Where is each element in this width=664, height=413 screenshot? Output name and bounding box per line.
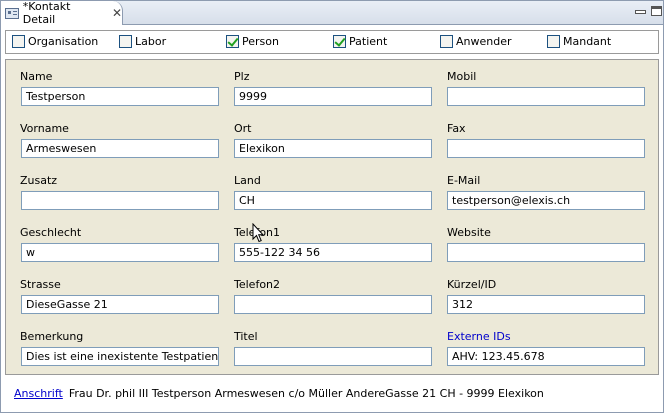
checkbox-box[interactable] [547,35,560,48]
checkbox-box[interactable] [226,35,239,48]
checkbox-organisation[interactable]: Organisation [12,35,98,48]
titel-label: Titel [234,330,258,343]
maximize-icon[interactable] [651,6,662,16]
fax-label: Fax [447,122,466,135]
checkbox-label: Labor [135,35,167,48]
mobil-field[interactable] [447,87,645,106]
anschrift-link[interactable]: Anschrift [14,387,63,400]
address-footer: Anschrift Frau Dr. phil III Testperson A… [14,387,544,400]
contact-detail-view: *Kontakt Detail ✕ Organisation Labor Per… [0,0,664,413]
checkbox-label: Person [242,35,279,48]
zusatz-field[interactable] [21,191,219,210]
vorname-label: Vorname [20,122,69,135]
strasse-field[interactable]: DieseGasse 21 [21,295,219,314]
telefon1-field[interactable]: 555-122 34 56 [234,243,432,262]
ort-field[interactable]: Elexikon [234,139,432,158]
checkbox-box[interactable] [12,35,25,48]
checkbox-box[interactable] [440,35,453,48]
tab-bar: *Kontakt Detail ✕ [1,0,663,26]
plz-label: Plz [234,70,250,83]
bemerkung-field[interactable]: Dies ist eine inexistente Testpatientin [21,347,219,366]
name-field[interactable]: Testperson [21,87,219,106]
zusatz-label: Zusatz [20,174,58,187]
checkbox-patient[interactable]: Patient [333,35,387,48]
checkbox-label: Anwender [456,35,512,48]
checkbox-person[interactable]: Person [226,35,279,48]
mobil-label: Mobil [447,70,477,83]
checkbox-labor[interactable]: Labor [119,35,166,48]
kuerzel-label: Kürzel/ID [447,278,497,291]
plz-field[interactable]: 9999 [234,87,432,106]
externe-ids-link[interactable]: Externe IDs [447,330,511,343]
contact-form-panel: Name Testperson Plz 9999 Mobil Vorname A… [5,59,659,375]
close-icon[interactable]: ✕ [112,7,122,19]
checkbox-label: Organisation [28,35,99,48]
land-label: Land [234,174,261,187]
geschlecht-label: Geschlecht [20,226,82,239]
contact-type-bar: Organisation Labor Person Patient Anwend… [5,30,659,54]
fax-field[interactable] [447,139,645,158]
website-field[interactable] [447,243,645,262]
ort-label: Ort [234,122,252,135]
checkbox-label: Patient [349,35,388,48]
telefon2-label: Telefon2 [234,278,281,291]
telefon2-field[interactable] [234,295,432,314]
bemerkung-label: Bemerkung [20,330,84,343]
kuerzel-field[interactable]: 312 [447,295,645,314]
checkbox-box[interactable] [119,35,132,48]
strasse-label: Strasse [20,278,61,291]
postal-address-text: Frau Dr. phil III Testperson Armeswesen … [68,387,544,400]
tab-title: *Kontakt Detail [22,0,71,26]
vorname-field[interactable]: Armeswesen [21,139,219,158]
externe-ids-field[interactable]: AHV: 123.45.678 [447,347,645,366]
email-field[interactable]: testperson@elexis.ch [447,191,645,210]
titel-field[interactable] [234,347,432,366]
tab-kontakt-detail[interactable]: *Kontakt Detail ✕ [1,0,123,26]
contact-card-icon [5,7,19,19]
checkbox-box[interactable] [333,35,346,48]
checkbox-mandant[interactable]: Mandant [547,35,611,48]
land-field[interactable]: CH [234,191,432,210]
website-label: Website [447,226,491,239]
mouse-pointer-icon [252,223,264,243]
name-label: Name [20,70,53,83]
minimize-icon[interactable] [635,10,646,14]
geschlecht-field[interactable]: w [21,243,219,262]
email-label: E-Mail [447,174,481,187]
checkbox-anwender[interactable]: Anwender [440,35,512,48]
checkbox-label: Mandant [563,35,612,48]
